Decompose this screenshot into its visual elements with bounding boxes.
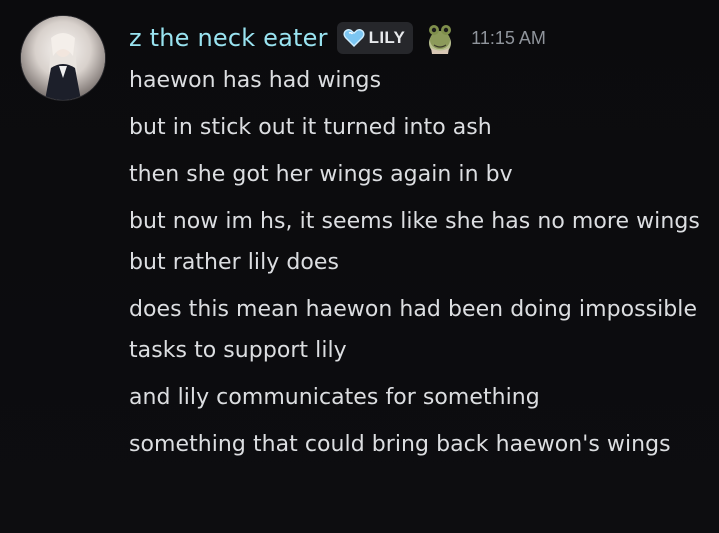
message-line: then she got her wings again in bv [129,162,513,187]
message-line: haewon has had wings [129,68,382,93]
message-line: but in stick out it turned into ash [129,115,492,140]
avatar-image [21,16,105,100]
chat-message: z the neck eater LILY 11:15 AM haewon ha… [0,0,719,533]
message-body: haewon has had wings but in stick out it… [129,60,704,471]
message-line: something that could bring back haewon's… [129,432,671,457]
username[interactable]: z the neck eater [129,24,328,52]
message-header: z the neck eater LILY 11:15 AM [129,18,546,58]
frog-icon[interactable] [425,21,455,55]
avatar[interactable] [21,16,105,100]
tag-label: LILY [368,28,406,47]
timestamp: 11:15 AM [471,27,546,48]
server-tag[interactable]: LILY [336,22,414,54]
message-line: but now im hs, it seems like she has no … [129,209,700,275]
heart-icon [343,29,365,47]
message-line: does this mean haewon had been doing imp… [129,297,698,363]
message-line: and lily communicates for something [129,385,540,410]
